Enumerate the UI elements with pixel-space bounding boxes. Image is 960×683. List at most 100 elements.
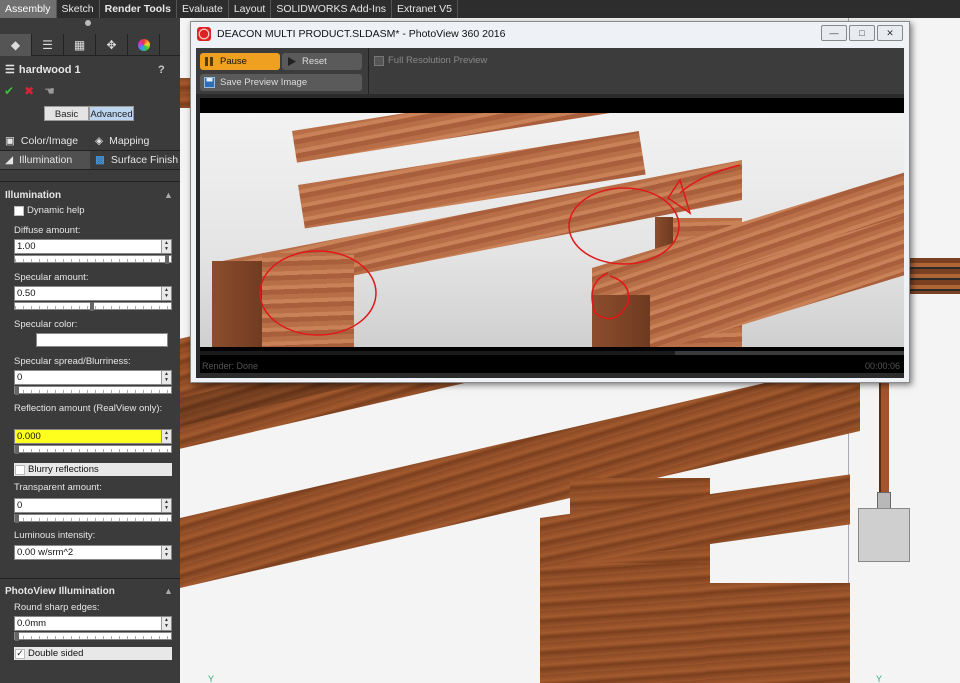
scene-leg-front (540, 563, 710, 683)
slider-thumb[interactable] (15, 386, 19, 395)
transparent-spinner[interactable]: ▲ ▼ (161, 499, 171, 512)
specular-color-swatch[interactable] (36, 333, 168, 347)
slider-thumb[interactable] (165, 255, 169, 264)
render-status-text: Render: Done (202, 361, 259, 371)
round-edges-slider[interactable] (14, 632, 172, 641)
tab-mapping[interactable]: ◈ Mapping (90, 132, 180, 151)
annotation-circle (591, 272, 630, 320)
scene-leg-right (705, 583, 850, 683)
diffuse-spinner[interactable]: ▲ ▼ (161, 240, 171, 253)
photoview-illumination-title: PhotoView Illumination (5, 586, 115, 597)
tab-surface-finish[interactable]: ▩ Surface Finish (90, 151, 180, 170)
blurry-reflections-checkbox[interactable]: Blurry reflections (14, 463, 172, 476)
transparent-label: Transparent amount: (14, 482, 102, 493)
dynamic-help-box[interactable] (14, 205, 24, 216)
photoview-toolbar: Pause Reset Save Preview Image Full Reso… (196, 48, 904, 94)
reset-button[interactable]: Reset (282, 53, 362, 70)
diffuse-label: Diffuse amount: (14, 225, 81, 236)
help-icon[interactable]: ? (158, 64, 165, 76)
transparent-amount-input[interactable]: 0 ▲ ▼ (14, 498, 172, 513)
reflection-amount-input[interactable]: 0.000 ▲ ▼ (14, 429, 172, 444)
scene-rail (910, 258, 960, 294)
render-progress-fill (200, 351, 676, 355)
full-resolution-box[interactable] (374, 55, 384, 66)
spread-spinner[interactable]: ▲ ▼ (161, 371, 171, 384)
display-manager-icon[interactable] (128, 34, 160, 56)
pause-icon (205, 57, 213, 66)
cancel-x-icon[interactable]: ✖ (24, 84, 34, 98)
specular-color-label: Specular color: (14, 319, 78, 330)
render-preview-area[interactable]: Render: Done 00:00:06 (200, 98, 904, 373)
specular-slider[interactable] (14, 302, 172, 311)
tab-layout[interactable]: Layout (229, 0, 272, 18)
close-button[interactable]: ✕ (877, 25, 903, 41)
reflection-spinner[interactable]: ▲ ▼ (161, 430, 171, 443)
collapse-chevron-icon[interactable]: ▲ (164, 586, 173, 596)
appearance-list-icon: ☰ (5, 64, 15, 76)
specular-amount-input[interactable]: 0.50 ▲ ▼ (14, 286, 172, 301)
surface-finish-icon: ▩ (95, 154, 105, 166)
luminous-intensity-input[interactable]: 0.00 w/srm^2 ▲ ▼ (14, 545, 172, 560)
round-edges-input[interactable]: 0.0mm ▲ ▼ (14, 616, 172, 631)
maximize-button[interactable]: □ (849, 25, 875, 41)
manager-icon-tabs: ◆ ☰ ▦ ✥ (0, 34, 180, 56)
double-sided-checkbox[interactable]: ✓ Double sided (14, 647, 172, 660)
appearances-manager-icon[interactable]: ◆ (0, 34, 32, 56)
annotation-circle (259, 250, 377, 336)
diffuse-amount-input[interactable]: 1.00 ▲ ▼ (14, 239, 172, 254)
configuration-manager-icon[interactable]: ✥ (96, 34, 128, 56)
color-image-icon: ▣ (5, 135, 15, 147)
tab-assembly[interactable]: Assembly (0, 0, 57, 18)
diffuse-slider[interactable] (14, 255, 172, 264)
slider-thumb[interactable] (15, 632, 19, 641)
reflection-slider[interactable] (14, 445, 172, 454)
axis-indicator-right: Y (876, 674, 883, 683)
advanced-button[interactable]: Advanced (89, 106, 134, 121)
tab-extranet[interactable]: Extranet V5 (392, 0, 458, 18)
photoview-titlebar[interactable]: DEACON MULTI PRODUCT.SLDASM* - PhotoView… (191, 22, 909, 46)
minimize-button[interactable]: — (821, 25, 847, 41)
tab-sketch[interactable]: Sketch (57, 0, 100, 18)
spread-input[interactable]: 0 ▲ ▼ (14, 370, 172, 385)
panel-collapse-handle[interactable] (85, 20, 91, 26)
tab-color-image[interactable]: ▣ Color/Image (0, 132, 90, 151)
spread-slider[interactable] (14, 386, 172, 395)
appearance-subtabs: ▣ Color/Image ◈ Mapping ◢ Illumination ▩… (0, 132, 180, 170)
pin-icon[interactable]: ☚ (44, 84, 55, 98)
save-preview-image-button[interactable]: Save Preview Image (200, 74, 362, 91)
tab-solidworks-addins[interactable]: SOLIDWORKS Add-Ins (271, 0, 393, 18)
full-resolution-preview-checkbox[interactable]: Full Resolution Preview (374, 55, 487, 66)
feature-manager-icon[interactable]: ☰ (32, 34, 64, 56)
tab-render-tools[interactable]: Render Tools (100, 0, 177, 18)
tab-evaluate[interactable]: Evaluate (177, 0, 229, 18)
transparent-slider[interactable] (14, 514, 172, 523)
slider-thumb[interactable] (15, 445, 19, 454)
tab-illumination[interactable]: ◢ Illumination (0, 151, 90, 170)
round-edges-label: Round sharp edges: (14, 602, 100, 613)
blurry-reflections-box[interactable] (15, 464, 25, 475)
section-divider (0, 578, 180, 579)
annotation-circle (568, 187, 680, 265)
command-manager-tabs: Assembly Sketch Render Tools Evaluate La… (0, 0, 960, 18)
ok-check-icon[interactable]: ✔ (4, 84, 14, 98)
basic-advanced-toggle: Basic Advanced (44, 106, 134, 121)
photoview-body: Pause Reset Save Preview Image Full Reso… (196, 48, 904, 378)
specular-spinner[interactable]: ▲ ▼ (161, 287, 171, 300)
property-manager-icon[interactable]: ▦ (64, 34, 96, 56)
ok-cancel-group: ✔ ✖ ☚ (4, 84, 55, 98)
pause-button[interactable]: Pause (200, 53, 280, 70)
slider-thumb[interactable] (15, 514, 19, 523)
axis-indicator-left: Y (208, 674, 215, 683)
rendered-bench-image (200, 113, 904, 347)
double-sided-box[interactable]: ✓ (15, 648, 25, 659)
play-icon (288, 57, 296, 66)
dynamic-help-checkbox[interactable]: Dynamic help (14, 205, 85, 216)
slider-thumb[interactable] (90, 302, 94, 311)
basic-button[interactable]: Basic (44, 106, 89, 121)
window-controls: — □ ✕ (821, 25, 903, 41)
luminous-spinner[interactable]: ▲ ▼ (161, 546, 171, 559)
save-disk-icon (204, 77, 215, 88)
collapse-chevron-icon[interactable]: ▲ (164, 190, 173, 200)
round-edges-spinner[interactable]: ▲ ▼ (161, 617, 171, 630)
mapping-icon: ◈ (95, 135, 104, 147)
